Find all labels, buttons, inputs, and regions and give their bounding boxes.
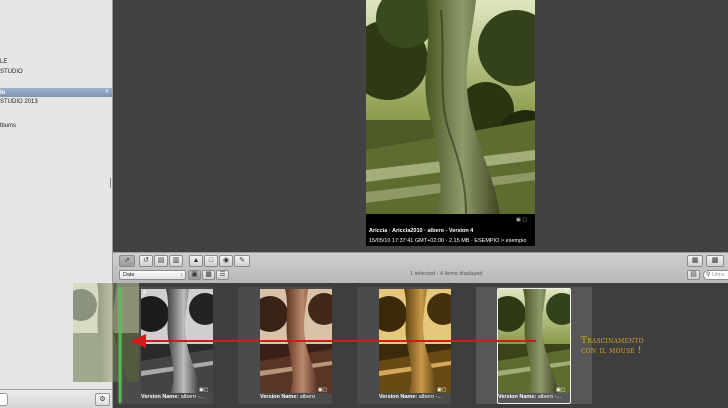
drag-annotation: Trascinamento con il mouse ! [581,336,644,356]
drag-arrow [130,334,536,348]
aperture-window: { "sidebar": { "items": [ {"label": "LE"… [0,0,728,408]
